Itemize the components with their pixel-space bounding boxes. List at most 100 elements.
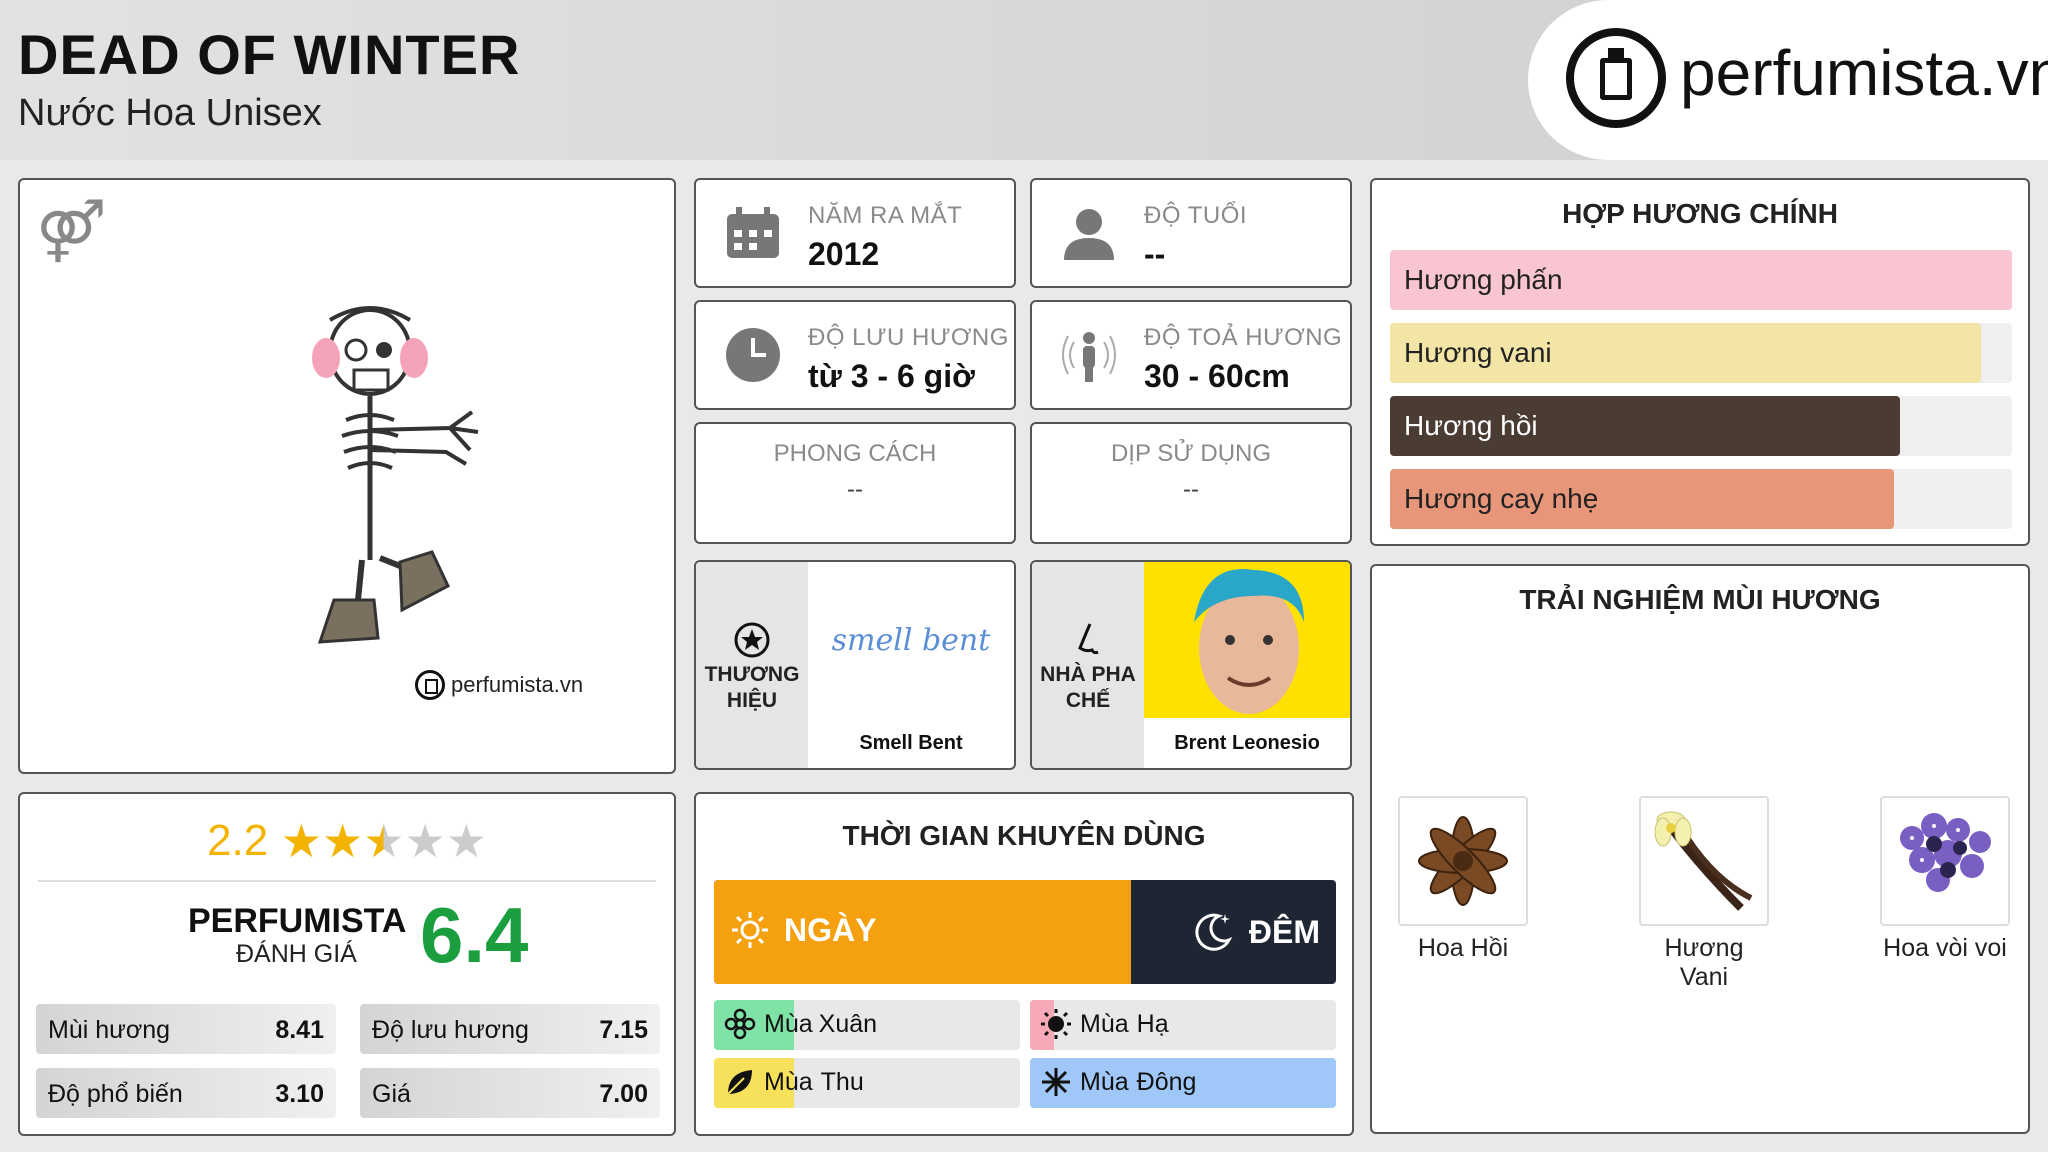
occasion-value: -- bbox=[1183, 476, 1199, 503]
note-label: Hương Vani bbox=[1664, 934, 1744, 991]
release-year-card: NĂM RA MẮT 2012 bbox=[694, 178, 1016, 288]
accords-title: HỢP HƯƠNG CHÍNH bbox=[1562, 198, 1838, 229]
sillage-card: ĐỘ TOẢ HƯƠNG 30 - 60cm bbox=[1030, 300, 1352, 410]
rating-stars: ★★★★★ bbox=[281, 818, 487, 864]
star-icon: ★ bbox=[280, 815, 322, 867]
clock-icon bbox=[726, 328, 780, 382]
day-indicator: NGÀY bbox=[730, 910, 876, 950]
season-content: Mùa Thu bbox=[724, 1066, 864, 1098]
score-value: 8.41 bbox=[275, 1016, 324, 1044]
score-value: 7.00 bbox=[599, 1080, 648, 1108]
snowflake-icon bbox=[1042, 1068, 1070, 1096]
sun-icon bbox=[1041, 1009, 1071, 1039]
time-title: THỜI GIAN KHUYÊN DÙNG bbox=[842, 820, 1206, 851]
season-prefix: Mùa bbox=[1080, 1067, 1129, 1096]
header: DEAD OF WINTER Nước Hoa Unisex perfumist… bbox=[0, 0, 2048, 160]
star-anise-image bbox=[1398, 796, 1528, 926]
perfume-subtitle: Nước Hoa Unisex bbox=[18, 92, 322, 134]
calendar-icon bbox=[727, 207, 779, 258]
recommended-time-card: THỜI GIAN KHUYÊN DÙNG NGÀY ĐÊM Mùa Xuân … bbox=[694, 792, 1354, 1136]
vanilla-image bbox=[1639, 796, 1769, 926]
note-item[interactable]: Hương Vani bbox=[1639, 796, 1769, 992]
brand-name: Smell Bent bbox=[859, 732, 963, 754]
season-spring: Mùa Xuân bbox=[714, 1000, 1020, 1050]
unisex-icon: ⚤ bbox=[36, 197, 107, 264]
occasion-label: DỊP SỬ DỤNG bbox=[1110, 440, 1272, 467]
perfume-title: DEAD OF WINTER bbox=[18, 23, 521, 86]
score-value: 7.15 bbox=[599, 1016, 648, 1044]
day-night-bar: NGÀY ĐÊM bbox=[714, 880, 1336, 984]
scent-notes-card: TRẢI NGHIỆM MÙI HƯƠNG Hoa Hồi Hương Vani… bbox=[1370, 564, 2030, 1134]
season-name: Thu bbox=[820, 1067, 864, 1096]
leaf-icon bbox=[727, 1070, 752, 1095]
night-label: ĐÊM bbox=[1248, 913, 1320, 950]
user-rating-score: 2.2 bbox=[207, 816, 269, 865]
moon-icon bbox=[1195, 913, 1233, 951]
score-label: Độ lưu hương bbox=[372, 1016, 529, 1044]
season-summer: Mùa Hạ bbox=[1030, 1000, 1336, 1050]
sun-icon bbox=[732, 912, 768, 948]
sillage-label: ĐỘ TOẢ HƯƠNG bbox=[1144, 324, 1343, 351]
season-prefix: Mùa bbox=[764, 1067, 813, 1096]
perfumista-score: 6.4 bbox=[420, 891, 529, 979]
season-prefix: Mùa bbox=[764, 1009, 813, 1038]
season-winter: Mùa Đông bbox=[1030, 1058, 1336, 1108]
perfumer-name: Brent Leonesio bbox=[1174, 732, 1320, 754]
brand-logo-text: smell bent bbox=[831, 622, 991, 658]
perfumer-card[interactable]: NHÀ PHA CHẾ Brent Leonesio bbox=[1030, 560, 1352, 770]
accord-label: Hương hồi bbox=[1404, 410, 1538, 441]
season-name: Hạ bbox=[1136, 1009, 1169, 1038]
brand-logo: smell bent bbox=[808, 562, 1014, 718]
brand-card[interactable]: THƯƠNG HIỆU smell bent Smell Bent bbox=[694, 560, 1016, 770]
occasion-card: DỊP SỬ DỤNG -- bbox=[1030, 422, 1352, 544]
score-longevity: Độ lưu hương 7.15 bbox=[360, 1004, 660, 1054]
longevity-label: ĐỘ LƯU HƯƠNG bbox=[808, 324, 1009, 351]
score-value: 3.10 bbox=[275, 1080, 324, 1108]
sillage-icon bbox=[1062, 332, 1116, 382]
accord-bar: Hương hồi bbox=[1390, 396, 2012, 456]
user-rating: 2.2 ★★★★★ bbox=[20, 816, 674, 866]
longevity-card: ĐỘ LƯU HƯƠNG từ 3 - 6 giờ bbox=[694, 300, 1016, 410]
image-watermark: perfumista.vn bbox=[415, 670, 583, 700]
season-content: Mùa Đông bbox=[1040, 1066, 1196, 1098]
perfumista-label: PERFUMISTA bbox=[188, 902, 407, 940]
heliotrope-image bbox=[1880, 796, 2010, 926]
age-label: ĐỘ TUỔI bbox=[1144, 202, 1248, 229]
perfumer-photo bbox=[1144, 562, 1350, 718]
season-name: Xuân bbox=[818, 1009, 878, 1038]
notes-title: TRẢI NGHIỆM MÙI HƯƠNG bbox=[1519, 584, 1881, 615]
score-label: Giá bbox=[372, 1080, 411, 1108]
accord-label: Hương cay nhẹ bbox=[1404, 483, 1599, 514]
note-label: Hoa vòi voi bbox=[1883, 934, 2007, 962]
perfume-bottle-logo-icon bbox=[415, 670, 445, 700]
perfumista-sublabel: ĐÁNH GIÁ bbox=[236, 940, 357, 968]
brand-side: THƯƠNG HIỆU bbox=[696, 562, 808, 768]
night-indicator: ĐÊM bbox=[1191, 910, 1320, 954]
note-item[interactable]: Hoa vòi voi bbox=[1880, 796, 2010, 963]
star-icon: ★ bbox=[321, 815, 364, 867]
day-label: NGÀY bbox=[784, 911, 877, 948]
watermark-text: perfumista.vn bbox=[451, 672, 584, 697]
season-prefix: Mùa bbox=[1080, 1009, 1129, 1038]
accord-bar: Hương phấn bbox=[1390, 250, 2012, 310]
release-year-value: 2012 bbox=[808, 236, 880, 272]
season-content: Mùa Hạ bbox=[1040, 1008, 1169, 1040]
longevity-value: từ 3 - 6 giờ bbox=[808, 358, 975, 394]
perfumer-label: NHÀ PHA CHẾ bbox=[1040, 663, 1136, 712]
release-year-label: NĂM RA MẮT bbox=[808, 202, 963, 229]
age-value: -- bbox=[1144, 236, 1166, 272]
style-card: PHONG CÁCH -- bbox=[694, 422, 1016, 544]
star-icon: ★ bbox=[363, 815, 405, 867]
site-logo[interactable]: perfumista.vn bbox=[1528, 0, 2048, 160]
rating-divider bbox=[38, 880, 656, 882]
note-item[interactable]: Hoa Hồi bbox=[1398, 796, 1528, 963]
perfume-image-card: ⚤ perfumista.vn bbox=[18, 178, 676, 774]
style-label: PHONG CÁCH bbox=[773, 440, 937, 467]
star-icon: ★ bbox=[404, 815, 446, 867]
perfumer-portrait bbox=[1194, 569, 1304, 714]
note-label: Hoa Hồi bbox=[1417, 934, 1509, 962]
accord-label: Hương phấn bbox=[1404, 264, 1563, 295]
star-icon: ★ bbox=[445, 815, 487, 867]
score-popularity: Độ phổ biến 3.10 bbox=[36, 1068, 336, 1118]
star-badge-icon bbox=[734, 622, 770, 658]
